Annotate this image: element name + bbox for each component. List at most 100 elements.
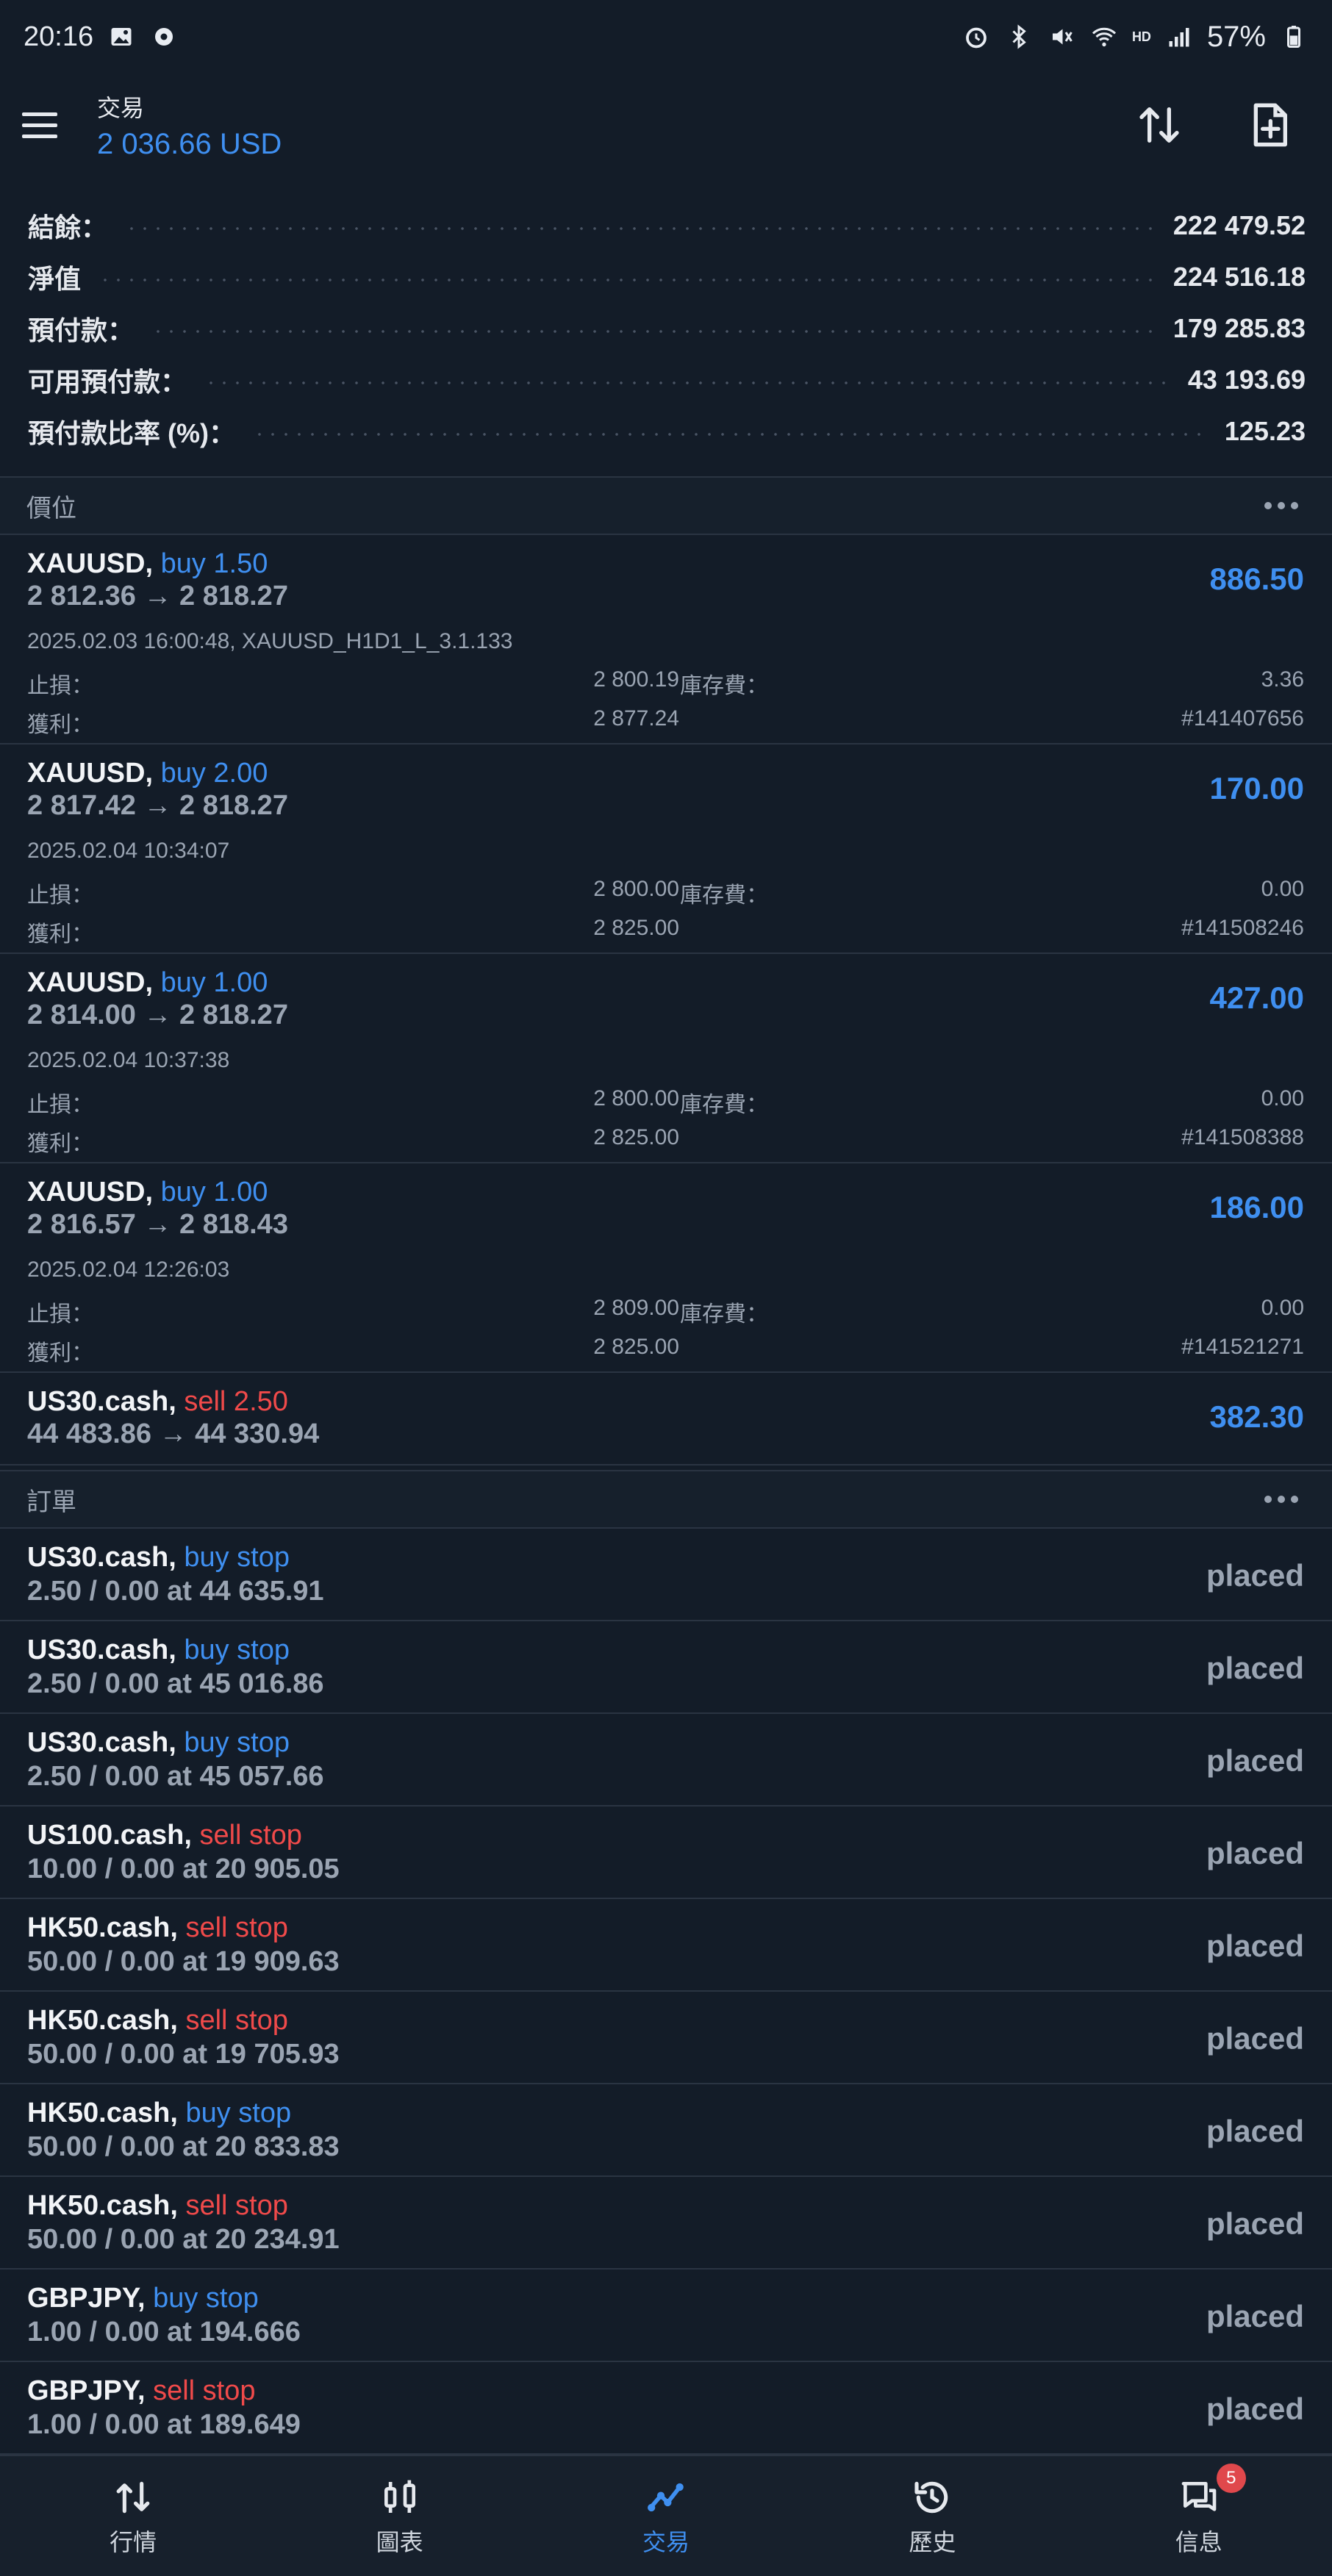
order-row[interactable]: GBPJPY, sell stop 1.00 / 0.00 at 189.649…	[0, 2362, 1332, 2455]
swap-value: 0.00	[1261, 877, 1304, 901]
summary-row-equity: 淨值 224 516.18	[0, 251, 1332, 303]
order-symbol: GBPJPY, sell stop	[27, 2375, 256, 2407]
sl-value: 2 800.19	[593, 667, 679, 692]
history-icon	[914, 2481, 948, 2513]
position-sl-line: 止損： 2 800.00 庫存費： 0.00	[27, 877, 1304, 908]
symbol-text: XAUUSD,	[27, 967, 154, 998]
position-time: 2025.02.04 10:34:07	[27, 839, 230, 863]
order-row[interactable]: HK50.cash, buy stop 50.00 / 0.00 at 20 8…	[0, 2084, 1332, 2177]
nav-trade[interactable]: 交易	[556, 2477, 776, 2558]
nav-charts[interactable]: 圖表	[290, 2477, 510, 2558]
nav-history[interactable]: 歷史	[822, 2477, 1042, 2558]
order-row[interactable]: HK50.cash, sell stop 50.00 / 0.00 at 19 …	[0, 1992, 1332, 2084]
ticket-number: #141508246	[1181, 916, 1304, 940]
order-type: sell stop	[199, 1820, 302, 1851]
order-symbol: HK50.cash, sell stop	[27, 1912, 288, 1944]
title-block: 交易 2 036.66 USD	[97, 90, 282, 161]
sort-button[interactable]	[1134, 99, 1185, 151]
position-row[interactable]: XAUUSD, buy 1.00 2 814.00 → 2 818.27 427…	[0, 954, 1332, 1163]
order-row[interactable]: HK50.cash, sell stop 50.00 / 0.00 at 19 …	[0, 1899, 1332, 1992]
order-detail: 2.50 / 0.00 at 45 016.86	[27, 1668, 324, 1699]
swap-label: 庫存費：	[680, 1302, 768, 1327]
order-row[interactable]: US30.cash, buy stop 2.50 / 0.00 at 44 63…	[0, 1529, 1332, 1621]
order-row[interactable]: HK50.cash, sell stop 50.00 / 0.00 at 20 …	[0, 2177, 1332, 2270]
order-status: placed	[1206, 1836, 1304, 1870]
order-row[interactable]: GBPJPY, buy stop 1.00 / 0.00 at 194.666 …	[0, 2270, 1332, 2362]
order-row[interactable]: US30.cash, buy stop 2.50 / 0.00 at 45 05…	[0, 1714, 1332, 1807]
order-detail: 50.00 / 0.00 at 19 705.93	[27, 2039, 340, 2070]
sort-arrows-icon	[1139, 107, 1179, 143]
order-row[interactable]: US100.cash, sell stop 10.00 / 0.00 at 20…	[0, 1807, 1332, 1899]
tp-label: 獲利：	[27, 713, 93, 737]
messages-icon	[1181, 2481, 1217, 2511]
position-symbol: US30.cash, sell 2.50	[27, 1386, 288, 1418]
position-time: 2025.02.03 16:00:48, XAUUSD_H1D1_L_3.1.1…	[27, 629, 513, 653]
tp-value: 2 825.00	[593, 916, 679, 940]
position-profit: 186.00	[1209, 1190, 1304, 1224]
order-row[interactable]: US30.cash, buy stop 2.50 / 0.00 at 45 01…	[0, 1621, 1332, 1714]
summary-label: 可用預付款：	[28, 367, 187, 397]
battery-percent: 57%	[1206, 20, 1266, 53]
tp-label: 獲利：	[27, 1132, 93, 1156]
order-symbol: HK50.cash, sell stop	[27, 2005, 288, 2037]
dotted-leader	[151, 330, 1156, 333]
summary-row-free-margin: 可用預付款： 43 193.69	[0, 354, 1332, 406]
wifi-icon	[1089, 22, 1119, 51]
order-detail: 1.00 / 0.00 at 189.649	[27, 2409, 301, 2440]
position-prices: 44 483.86 → 44 330.94	[27, 1418, 320, 1449]
nav-label: 信息	[1175, 2528, 1222, 2555]
new-document-icon	[1253, 103, 1287, 147]
position-side: buy 1.00	[160, 1177, 268, 1208]
symbol-text: XAUUSD,	[27, 548, 154, 579]
order-symbol: US100.cash, sell stop	[27, 1820, 302, 1851]
tp-value: 2 877.24	[593, 706, 679, 731]
swap-value: 0.00	[1261, 1296, 1304, 1320]
position-prices: 2 812.36 → 2 818.27	[27, 581, 288, 611]
positions-list: XAUUSD, buy 1.50 2 812.36 → 2 818.27 886…	[0, 535, 1332, 1465]
new-order-button[interactable]	[1244, 99, 1295, 151]
position-row[interactable]: XAUUSD, buy 2.00 2 817.42 → 2 818.27 170…	[0, 745, 1332, 954]
order-type: buy stop	[153, 2283, 259, 2314]
status-time: 20:16	[24, 21, 94, 52]
summary-row-margin-level: 預付款比率 (%)： 125.23	[0, 406, 1332, 457]
nav-messages[interactable]: 5 信息	[1089, 2463, 1309, 2558]
summary-value: 222 479.52	[1172, 210, 1306, 240]
more-dot-icon	[1278, 1496, 1285, 1503]
orders-more-button[interactable]	[1257, 1488, 1306, 1510]
bluetooth-icon	[1004, 22, 1034, 51]
position-row[interactable]: XAUUSD, buy 1.50 2 812.36 → 2 818.27 886…	[0, 535, 1332, 745]
position-tp-line: 獲利： 2 877.24 #141407656	[27, 706, 1304, 737]
trade-icon	[648, 2483, 684, 2511]
symbol-text: HK50.cash,	[27, 1912, 178, 1943]
tp-value: 2 825.00	[593, 1335, 679, 1359]
position-row[interactable]: US30.cash, sell 2.50 44 483.86 → 44 330.…	[0, 1373, 1332, 1465]
bottom-navigation: 行情 圖表 交易 歷史 5 信息	[0, 2455, 1332, 2576]
quotes-icon	[116, 2481, 150, 2513]
orders-section-header: 訂單	[0, 1470, 1332, 1529]
symbol-text: GBPJPY,	[27, 2283, 146, 2314]
position-symbol: XAUUSD, buy 1.50	[27, 548, 268, 580]
position-profit: 427.00	[1209, 980, 1304, 1015]
order-type: buy stop	[185, 2098, 292, 2128]
order-symbol: US30.cash, buy stop	[27, 1635, 290, 1666]
positions-more-button[interactable]	[1257, 495, 1306, 517]
positions-section-header: 價位	[0, 476, 1332, 535]
battery-icon	[1279, 22, 1308, 51]
order-type: buy stop	[184, 1635, 290, 1665]
dotted-leader	[99, 279, 1156, 281]
more-dot-icon	[1278, 502, 1285, 509]
position-row[interactable]: XAUUSD, buy 1.00 2 816.57 → 2 818.43 186…	[0, 1163, 1332, 1373]
signal-icon	[1164, 22, 1194, 51]
account-summary: 結餘： 222 479.52 淨值 224 516.18 預付款： 179 28…	[0, 200, 1332, 457]
more-dot-icon	[1264, 1496, 1272, 1503]
symbol-text: US30.cash,	[27, 1727, 176, 1758]
order-symbol: HK50.cash, sell stop	[27, 2190, 288, 2222]
position-symbol: XAUUSD, buy 1.00	[27, 967, 268, 999]
position-sl-line: 止損： 2 809.00 庫存費： 0.00	[27, 1296, 1304, 1327]
position-side: buy 1.50	[160, 548, 268, 579]
summary-row-balance: 結餘： 222 479.52	[0, 200, 1332, 251]
sl-label: 止損：	[27, 1093, 93, 1117]
nav-quotes[interactable]: 行情	[23, 2477, 243, 2558]
summary-value: 224 516.18	[1172, 262, 1306, 292]
menu-button[interactable]	[22, 103, 66, 147]
